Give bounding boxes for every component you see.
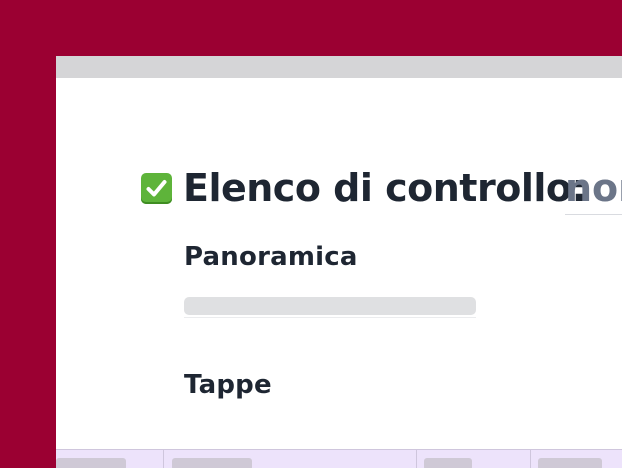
table-header-cell[interactable] xyxy=(424,458,472,468)
table-header-cell[interactable] xyxy=(538,458,602,468)
checklist-heading: Elenco di controllo: non xyxy=(141,160,622,216)
overview-text-field[interactable] xyxy=(184,297,476,315)
column-divider xyxy=(163,450,164,468)
steps-heading: Tappe xyxy=(184,370,272,400)
overview-heading: Panoramica xyxy=(184,242,358,272)
page-title: Elenco di controllo: xyxy=(183,166,587,210)
checklist-name-input[interactable]: non xyxy=(565,162,622,215)
table-header-cell[interactable] xyxy=(56,458,126,468)
table-header-cell[interactable] xyxy=(172,458,252,468)
overview-divider xyxy=(184,317,476,318)
column-divider xyxy=(416,450,417,468)
check-box-icon xyxy=(141,173,172,204)
content-window: Elenco di controllo: non Panoramica Tapp… xyxy=(56,56,622,468)
steps-table-header xyxy=(56,449,622,468)
column-divider xyxy=(530,450,531,468)
window-top-bar xyxy=(56,56,622,78)
